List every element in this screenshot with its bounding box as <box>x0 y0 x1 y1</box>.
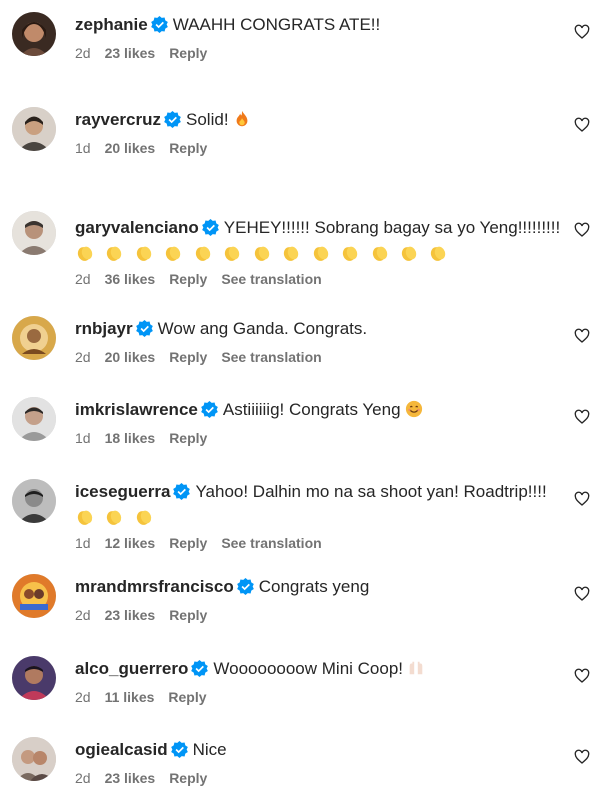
username[interactable]: mrandmrsfrancisco <box>75 577 234 596</box>
comment-text: Congrats yeng <box>258 577 370 596</box>
avatar[interactable] <box>12 574 56 618</box>
comment-time: 1d <box>75 140 91 156</box>
clapping-hands-emoji-icon <box>134 507 154 527</box>
smiling-face-emoji-icon <box>405 400 423 418</box>
see-translation-link[interactable]: See translation <box>221 271 321 287</box>
likes-count[interactable]: 18 likes <box>105 430 156 446</box>
clapping-hands-emoji-icon <box>340 243 360 263</box>
comment-text: YEHEY!!!!!! Sobrang bagay sa yo Yeng!!!!… <box>223 218 561 237</box>
avatar[interactable] <box>12 656 56 700</box>
username[interactable]: zephanie <box>75 15 148 34</box>
raising-hands-emoji-icon <box>407 659 425 677</box>
reply-button[interactable]: Reply <box>169 45 207 61</box>
see-translation-link[interactable]: See translation <box>221 535 321 551</box>
likes-count[interactable]: 36 likes <box>105 271 156 287</box>
verified-badge-icon <box>170 741 188 758</box>
reply-button[interactable]: Reply <box>169 349 207 365</box>
verified-badge-icon <box>201 401 218 418</box>
avatar[interactable] <box>12 479 56 523</box>
comment-text: WAAHH CONGRATS ATE!! <box>172 15 381 34</box>
heart-outline-icon[interactable] <box>574 117 590 133</box>
likes-count[interactable]: 23 likes <box>105 770 156 786</box>
heart-outline-icon[interactable] <box>574 491 590 507</box>
avatar[interactable] <box>12 107 56 151</box>
reply-button[interactable]: Reply <box>169 607 207 623</box>
verified-badge-icon <box>164 111 181 128</box>
comment-time: 2d <box>75 349 91 365</box>
likes-count[interactable]: 12 likes <box>105 535 156 551</box>
see-translation-link[interactable]: See translation <box>221 349 321 365</box>
username[interactable]: iceseguerra <box>75 482 170 501</box>
clapping-hands-emoji-icon <box>193 243 213 263</box>
comment-time: 2d <box>75 770 91 786</box>
comment-text: Astiiiiiig! Congrats Yeng <box>222 400 401 419</box>
clapping-hands-emoji-icon <box>252 243 272 263</box>
reply-button[interactable]: Reply <box>168 689 206 705</box>
likes-count[interactable]: 23 likes <box>105 45 156 61</box>
reply-button[interactable]: Reply <box>169 535 207 551</box>
verified-badge-icon <box>173 483 191 500</box>
comment-text: Wow ang Ganda. Congrats. <box>157 319 368 338</box>
comment-time: 2d <box>75 271 91 287</box>
comment-time: 1d <box>75 535 91 551</box>
heart-outline-icon[interactable] <box>574 586 590 602</box>
fire-emoji-icon <box>233 110 251 128</box>
comment-text: Solid! <box>186 110 229 129</box>
heart-outline-icon[interactable] <box>574 409 590 425</box>
avatar[interactable] <box>12 737 56 781</box>
comment-text: Woooooooow Mini Coop! <box>213 659 404 678</box>
clapping-hands-emoji-icon <box>281 243 301 263</box>
clapping-hands-emoji-icon <box>104 507 124 527</box>
heart-outline-icon[interactable] <box>574 668 590 684</box>
username[interactable]: rayvercruz <box>75 110 161 129</box>
verified-badge-icon <box>191 660 209 677</box>
comment-time: 2d <box>75 45 91 61</box>
clapping-emoji-row <box>75 243 560 265</box>
clapping-emoji-row <box>75 507 560 529</box>
clapping-hands-emoji-icon <box>428 243 448 263</box>
verified-badge-icon <box>135 320 153 337</box>
likes-count[interactable]: 20 likes <box>105 349 156 365</box>
likes-count[interactable]: 20 likes <box>105 140 156 156</box>
reply-button[interactable]: Reply <box>169 140 207 156</box>
reply-button[interactable]: Reply <box>169 770 207 786</box>
username[interactable]: garyvalenciano <box>75 218 199 237</box>
clapping-hands-emoji-icon <box>75 243 95 263</box>
verified-badge-icon <box>236 578 254 595</box>
clapping-hands-emoji-icon <box>311 243 331 263</box>
comment-text: Yahoo! Dalhin mo na sa shoot yan! Roadtr… <box>195 482 547 501</box>
comment-time: 1d <box>75 430 91 446</box>
comment-text: Nice <box>192 740 227 759</box>
clapping-hands-emoji-icon <box>75 507 95 527</box>
likes-count[interactable]: 23 likes <box>105 607 156 623</box>
username[interactable]: alco_guerrero <box>75 659 188 678</box>
clapping-hands-emoji-icon <box>222 243 242 263</box>
heart-outline-icon[interactable] <box>574 328 590 344</box>
comment-time: 2d <box>75 607 91 623</box>
clapping-hands-emoji-icon <box>163 243 183 263</box>
heart-outline-icon[interactable] <box>574 24 590 40</box>
clapping-hands-emoji-icon <box>134 243 154 263</box>
heart-outline-icon[interactable] <box>574 222 590 238</box>
username[interactable]: imkrislawrence <box>75 400 198 419</box>
verified-badge-icon <box>150 16 168 33</box>
clapping-hands-emoji-icon <box>370 243 390 263</box>
reply-button[interactable]: Reply <box>169 430 207 446</box>
avatar[interactable] <box>12 397 56 441</box>
heart-outline-icon[interactable] <box>574 749 590 765</box>
avatar[interactable] <box>12 316 56 360</box>
likes-count[interactable]: 11 likes <box>105 689 155 705</box>
username[interactable]: ogiealcasid <box>75 740 168 759</box>
avatar[interactable] <box>12 12 56 56</box>
reply-button[interactable]: Reply <box>169 271 207 287</box>
comment-time: 2d <box>75 689 91 705</box>
avatar[interactable] <box>12 211 56 255</box>
verified-badge-icon <box>201 219 219 236</box>
username[interactable]: rnbjayr <box>75 319 133 338</box>
clapping-hands-emoji-icon <box>399 243 419 263</box>
clapping-hands-emoji-icon <box>104 243 124 263</box>
